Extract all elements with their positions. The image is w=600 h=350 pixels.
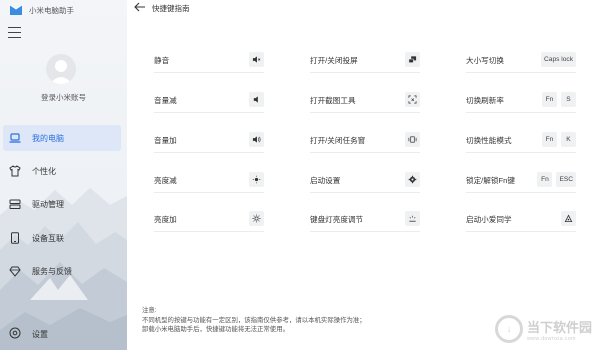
shortcut-name: 切换性能模式 (466, 136, 512, 145)
shortcut-row: 音量加 (154, 132, 264, 153)
shortcut-row: 亮度减 (154, 172, 264, 193)
tablet-icon (9, 232, 21, 244)
sidebar-item-personalize[interactable]: 个性化 (3, 158, 121, 184)
shortcut-name: 启动小爱同学 (466, 215, 512, 224)
sidebar-item-label: 个性化 (32, 166, 56, 176)
app-title-text: 小米电脑助手 (29, 5, 74, 15)
login-link[interactable]: 登录小米账号 (0, 92, 127, 103)
keyboard-light-icon (405, 211, 420, 226)
mute-icon (249, 52, 264, 67)
shortcut-name: 打开/关闭任务窗 (310, 136, 366, 145)
note-line: 卸载小米电脑助手后，快捷键功能将无法正常使用。 (142, 326, 289, 333)
shortcut-name: 打开截图工具 (310, 96, 356, 105)
shortcut-name: 静音 (154, 56, 170, 65)
screenshot-icon (405, 92, 420, 107)
shortcut-name: 音量减 (154, 96, 177, 105)
shortcut-name: 启动设置 (310, 176, 341, 185)
key-k: K (561, 132, 576, 147)
key-s: S (561, 92, 576, 107)
key-fn: Fn (542, 92, 557, 107)
shortcut-row: 打开/关闭任务窗 (310, 132, 420, 153)
diamond-icon (9, 265, 21, 277)
app-title: 小米电脑助手 (9, 4, 74, 16)
shortcut-row: 锁定/解锁Fn键 Fn ESC (466, 172, 576, 193)
watermark-text: 当下软件园 (526, 319, 592, 335)
settings-gear-icon (405, 172, 420, 187)
driver-icon (9, 198, 21, 210)
key-esc: ESC (556, 172, 576, 187)
xiaoai-icon (561, 211, 576, 226)
sidebar-item-my-computer[interactable]: 我的电脑 (3, 125, 121, 151)
key-fn: Fn (537, 172, 553, 187)
shortcut-row: 启动小爱同学 (466, 211, 576, 232)
shortcut-name: 音量加 (154, 136, 177, 145)
watermark-url: www.downxia.com (526, 335, 576, 342)
note-title: 注意: (142, 307, 157, 314)
shortcut-name: 亮度加 (154, 215, 177, 224)
shortcut-row: 切换性能模式 Fn K (466, 132, 576, 153)
page-title: 快捷键指南 (152, 4, 190, 13)
note: 注意: 不同机型的按键与功能有一定区别，该指南仅供参考，请以本机实际操作为准； … (142, 306, 366, 335)
shortcut-name: 亮度减 (154, 176, 177, 185)
settings-icon (9, 327, 21, 341)
volume-up-icon (249, 132, 264, 147)
app-logo-icon (9, 4, 23, 15)
note-line: 不同机型的按键与功能有一定区别，该指南仅供参考，请以本机实际操作为准； (142, 316, 366, 324)
brightness-up-icon (249, 211, 264, 226)
shortcut-row: 切换刷新率 Fn S (466, 92, 576, 113)
sidebar-item-label: 设置 (32, 329, 48, 339)
watermark-logo-icon: ↓ (494, 315, 523, 343)
volume-down-icon (249, 92, 264, 107)
key-fn: Fn (542, 132, 557, 147)
shortcut-row: 亮度加 (154, 211, 264, 232)
hamburger-menu-icon[interactable] (8, 27, 21, 38)
tshirt-icon (9, 165, 21, 177)
shortcut-name: 打开/关闭投屏 (310, 56, 358, 65)
sidebar-item-label: 我的电脑 (32, 133, 64, 143)
shortcut-name: 键盘灯亮度调节 (310, 215, 364, 224)
task-view-icon (405, 132, 420, 147)
back-arrow-icon[interactable] (134, 2, 146, 12)
sidebar-item-label: 设备互联 (32, 233, 64, 243)
sidebar-item-settings[interactable]: 设置 (9, 327, 48, 341)
shortcut-name: 切换刷新率 (466, 96, 504, 105)
sidebar-item-label: 服务与反馈 (32, 266, 72, 276)
shortcut-row: 大小写切换 Caps lock (466, 52, 576, 73)
shortcut-row: 打开截图工具 (310, 92, 420, 113)
shortcut-row: 打开/关闭投屏 (310, 52, 420, 73)
shortcut-name: 锁定/解锁Fn键 (466, 176, 515, 185)
projection-icon (405, 52, 420, 67)
brightness-down-icon (249, 172, 264, 187)
key-caps-lock: Caps lock (541, 52, 576, 67)
sidebar-item-device-connect[interactable]: 设备互联 (3, 225, 121, 251)
shortcut-row: 键盘灯亮度调节 (310, 211, 420, 232)
shortcut-row: 静音 (154, 52, 264, 73)
sidebar-item-service-feedback[interactable]: 服务与反馈 (3, 258, 121, 284)
watermark: ↓ 当下软件园 www.downxia.com (494, 315, 592, 343)
laptop-icon (9, 132, 21, 144)
shortcut-row: 音量减 (154, 92, 264, 113)
shortcut-name: 大小写切换 (466, 56, 504, 65)
shortcut-row: 启动设置 (310, 172, 420, 193)
sidebar-item-label: 驱动管理 (32, 199, 64, 209)
sidebar-item-drivers[interactable]: 驱动管理 (3, 191, 121, 217)
avatar[interactable] (46, 54, 76, 84)
sidebar: 小米电脑助手 登录小米账号 我的电脑 个性化 驱动管理 设备互联 服务与反馈 设… (0, 0, 127, 350)
